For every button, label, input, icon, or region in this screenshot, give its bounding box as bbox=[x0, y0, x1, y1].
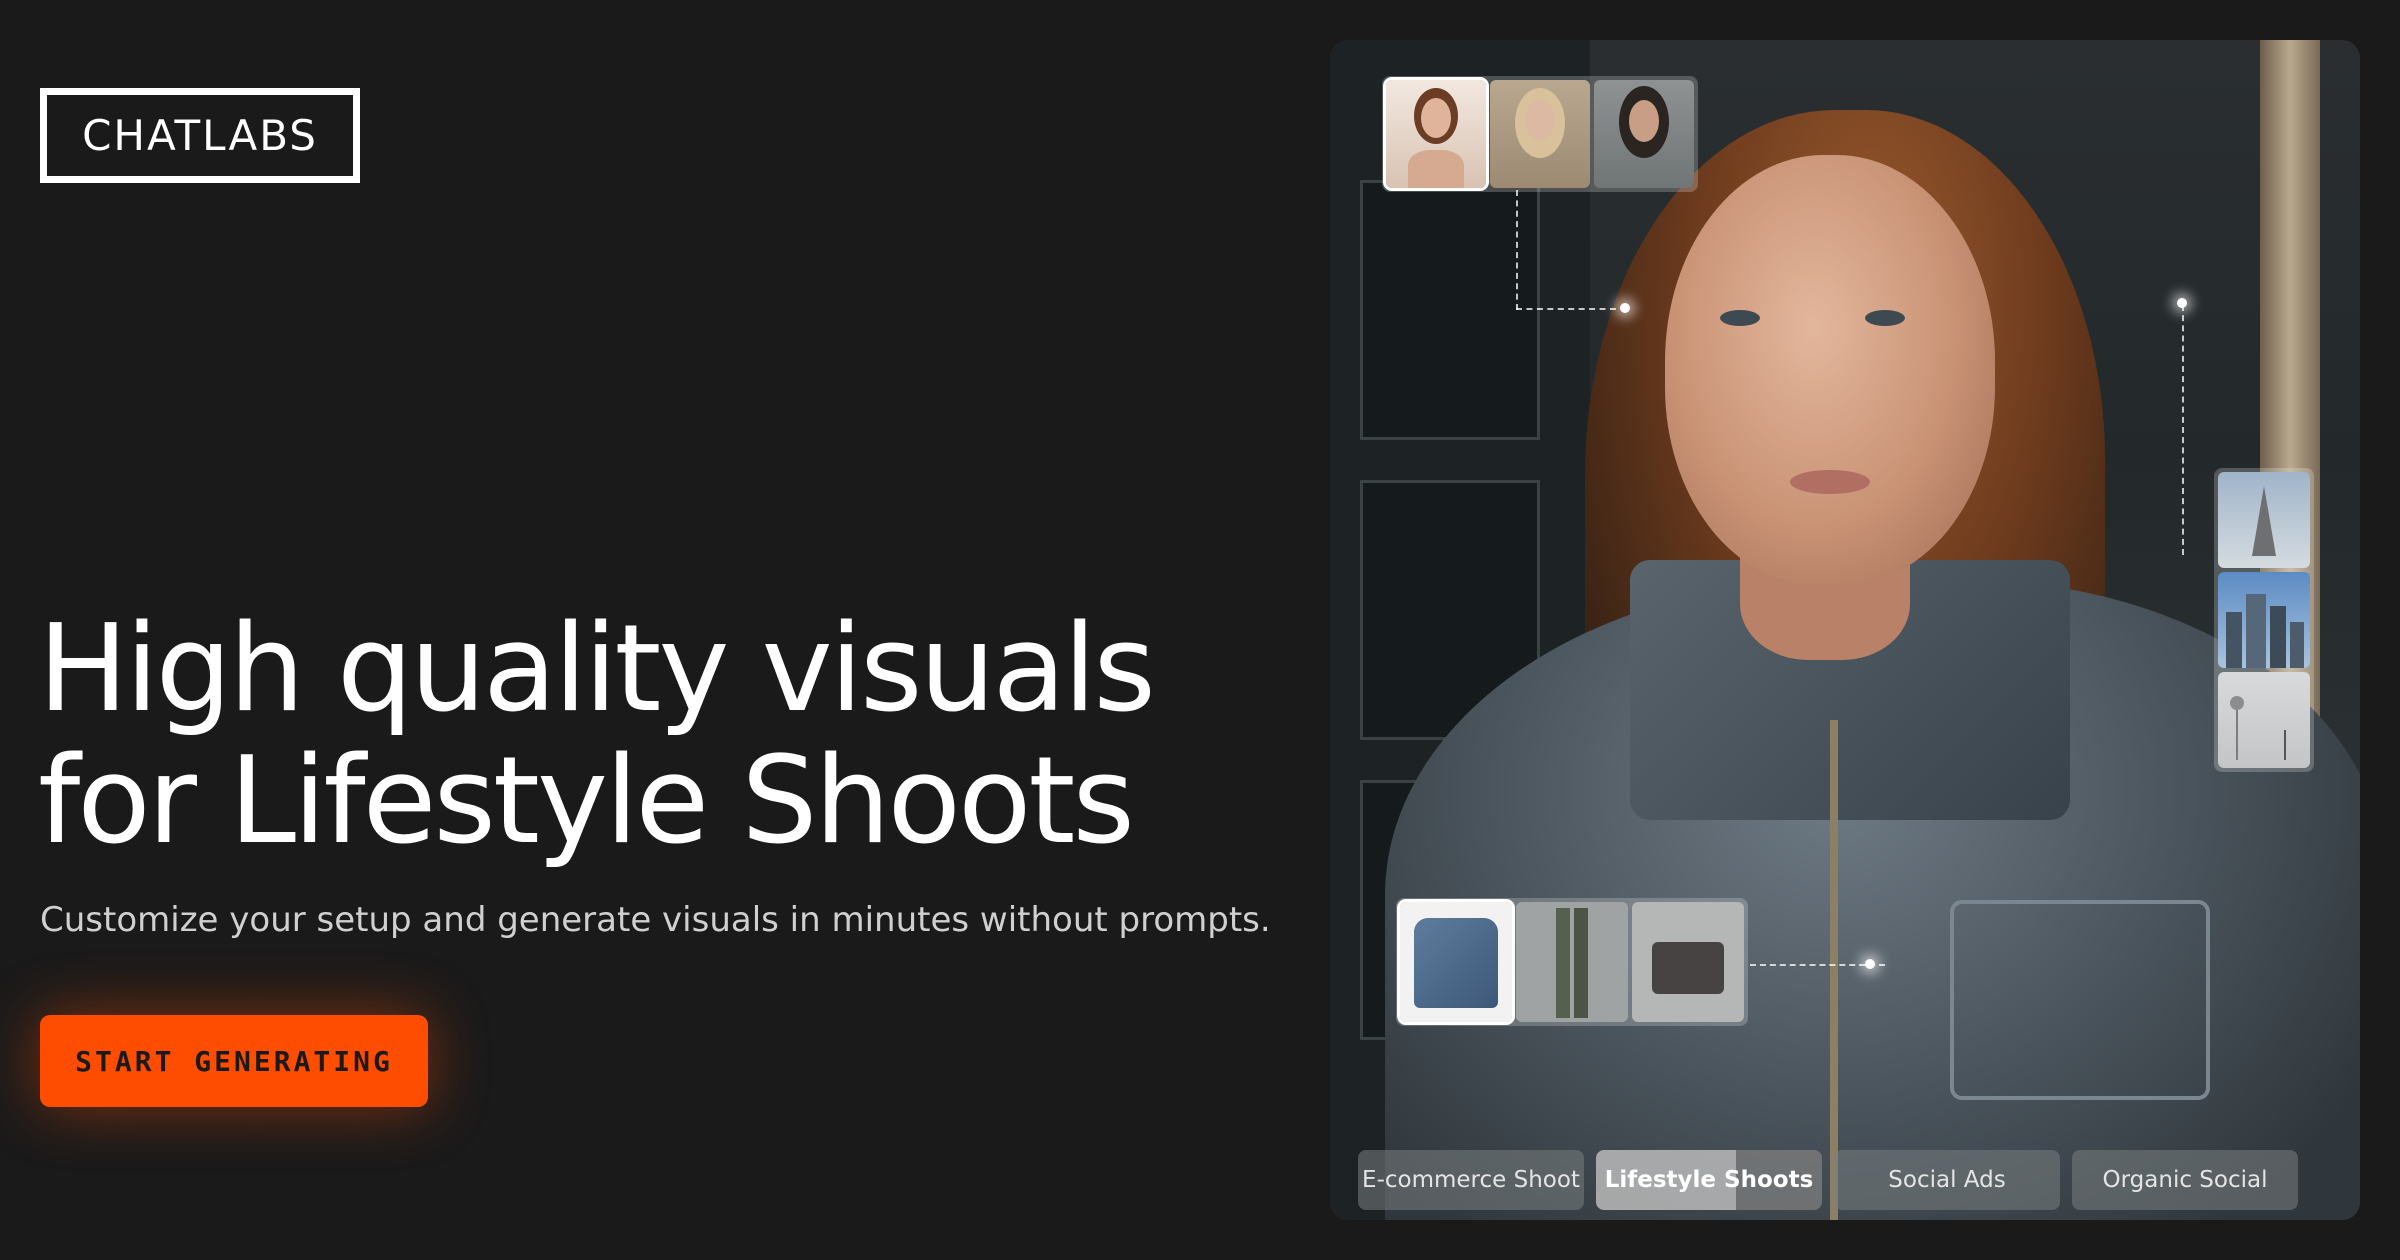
shoot-type-tabs: E-commerce Shoot Lifestyle Shoots Social… bbox=[1358, 1150, 2298, 1210]
hero-subheadline: Customize your setup and generate visual… bbox=[40, 900, 1271, 940]
model-thumb-face bbox=[1421, 98, 1451, 138]
tab-organic-social[interactable]: Organic Social bbox=[2072, 1150, 2298, 1210]
trouser-leg-icon bbox=[1574, 908, 1588, 1018]
headline-line-2: for Lifestyle Shoots bbox=[38, 732, 1135, 871]
garment-thumb-skirt[interactable] bbox=[1632, 902, 1744, 1022]
tab-lifestyle-shoots[interactable]: Lifestyle Shoots bbox=[1596, 1150, 1822, 1210]
trouser-leg-icon bbox=[1556, 908, 1570, 1018]
model-thumb-face bbox=[1629, 100, 1659, 142]
light-stand-icon bbox=[2236, 710, 2238, 760]
eiffel-tower-icon bbox=[2252, 486, 2276, 556]
connector-line bbox=[1516, 190, 1518, 310]
hero-headline: High quality visuals for Lifestyle Shoot… bbox=[38, 604, 1258, 868]
model-thumb-1[interactable] bbox=[1383, 77, 1489, 191]
location-thumb-city[interactable] bbox=[2218, 572, 2310, 668]
garment-thumb-denim-jacket[interactable] bbox=[1397, 899, 1515, 1025]
start-generating-button[interactable]: START GENERATING bbox=[40, 1015, 428, 1107]
model-thumb-2[interactable] bbox=[1490, 80, 1590, 188]
hotspot-dot bbox=[1620, 303, 1630, 313]
model-photo bbox=[1330, 40, 2360, 1220]
model-lips bbox=[1790, 470, 1870, 494]
tab-social-ads[interactable]: Social Ads bbox=[1834, 1150, 2060, 1210]
model-eye-right bbox=[1865, 310, 1905, 326]
model-thumb-3[interactable] bbox=[1594, 80, 1694, 188]
model-thumb-face bbox=[1525, 100, 1555, 140]
denim-jacket-icon bbox=[1414, 918, 1498, 1008]
location-thumb-studio[interactable] bbox=[2218, 672, 2310, 768]
connector-line bbox=[2182, 305, 2184, 555]
skyscraper-icon bbox=[2290, 622, 2304, 668]
model-face bbox=[1665, 155, 1995, 585]
brand-logo[interactable]: CHATLABS bbox=[40, 88, 360, 183]
skirt-icon bbox=[1652, 942, 1724, 994]
model-eye-left bbox=[1720, 310, 1760, 326]
jacket-zipper bbox=[1830, 720, 1838, 1220]
location-selector bbox=[2214, 468, 2314, 772]
skyscraper-icon bbox=[2270, 606, 2286, 668]
jacket-pocket bbox=[1950, 900, 2210, 1100]
garment-selector bbox=[1396, 898, 1748, 1026]
location-thumb-eiffel[interactable] bbox=[2218, 472, 2310, 568]
hotspot-dot bbox=[2177, 298, 2187, 308]
headline-line-1: High quality visuals bbox=[38, 600, 1156, 739]
model-selector bbox=[1382, 76, 1698, 192]
tripod-icon bbox=[2284, 730, 2286, 760]
connector-line bbox=[1516, 308, 1616, 310]
tab-ecommerce-shoot[interactable]: E-commerce Shoot bbox=[1358, 1150, 1584, 1210]
hotspot-dot bbox=[1865, 959, 1875, 969]
start-generating-label: START GENERATING bbox=[75, 1044, 393, 1078]
garment-thumb-trousers[interactable] bbox=[1516, 902, 1628, 1022]
model-thumb-shoulders bbox=[1408, 150, 1464, 188]
brand-logo-text: CHATLABS bbox=[82, 111, 318, 160]
studio-light-icon bbox=[2230, 696, 2244, 710]
skyscraper-icon bbox=[2226, 612, 2242, 668]
lifestyle-visual-panel: E-commerce Shoot Lifestyle Shoots Social… bbox=[1330, 40, 2360, 1220]
skyscraper-icon bbox=[2246, 594, 2266, 668]
